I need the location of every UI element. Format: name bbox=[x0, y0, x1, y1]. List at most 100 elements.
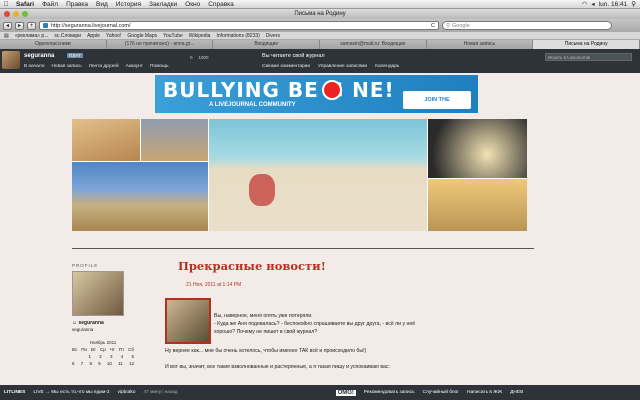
forward-button[interactable]: ▸ bbox=[15, 21, 24, 30]
nav-friends-feed[interactable]: Лента друзей bbox=[89, 64, 119, 69]
nav-help[interactable]: Помощь bbox=[150, 64, 169, 69]
apple-icon[interactable]:  bbox=[0, 1, 12, 8]
bookmarks-icon[interactable]: ▤ bbox=[4, 33, 9, 39]
profile-username[interactable]: seguranna bbox=[79, 320, 104, 326]
calendar-day[interactable]: 9 bbox=[98, 361, 101, 366]
tab-letters-home[interactable]: Письма на Родину bbox=[533, 40, 640, 49]
bookmark-item[interactable]: «реклама» р... bbox=[15, 33, 49, 39]
favicon-icon bbox=[43, 23, 48, 28]
userpic-thumb[interactable] bbox=[2, 51, 20, 69]
calendar-day[interactable]: 6 bbox=[72, 361, 75, 366]
wifi-icon[interactable]: ◠ bbox=[582, 0, 588, 8]
minimize-window-button[interactable] bbox=[13, 11, 19, 17]
bookmark-item[interactable]: sc.Словари bbox=[54, 33, 81, 39]
tab-new-post[interactable]: Новая запись bbox=[426, 40, 534, 49]
address-bar[interactable]: http://seguranna.livejournal.com/ C bbox=[39, 21, 439, 30]
bookmark-item[interactable]: YouTube bbox=[163, 33, 183, 39]
menu-file[interactable]: Файл bbox=[38, 1, 62, 8]
status-live-link[interactable]: LIVE → Мы есть то,что мы едим-2 bbox=[33, 390, 109, 395]
menu-window[interactable]: Окно bbox=[181, 1, 204, 8]
bookmark-item[interactable]: Google Maps bbox=[127, 33, 157, 39]
entry-line-4: Ну вернее как... мне бы очень хотелось, … bbox=[165, 348, 367, 354]
zoom-window-button[interactable] bbox=[22, 11, 28, 17]
bookmark-item[interactable]: Wikipedia bbox=[189, 33, 211, 39]
bookmark-item[interactable]: Informations (8233) bbox=[216, 33, 259, 39]
person-figure bbox=[249, 174, 275, 206]
entry-line-2: - Куда же Аня подевалась? - беспокойно с… bbox=[214, 321, 416, 327]
bookmark-item[interactable]: Divers bbox=[266, 33, 280, 39]
calendar-day[interactable]: 7 bbox=[81, 361, 84, 366]
profile-userpic[interactable] bbox=[72, 271, 124, 316]
ad-banner[interactable]: BULLYING BE G NE! A LIVEJOURNAL COMMUNIT… bbox=[155, 75, 478, 113]
menu-help[interactable]: Справка bbox=[204, 1, 238, 8]
banner-subtitle: A LIVEJOURNAL COMMUNITY bbox=[209, 102, 296, 108]
calendar-day[interactable]: 3 bbox=[110, 354, 113, 359]
palm-sunset-photo bbox=[428, 119, 527, 178]
menu-safari[interactable]: Safari bbox=[12, 1, 38, 8]
tab-odnoklassniki[interactable]: Одноклассники bbox=[0, 40, 107, 49]
menu-bookmarks[interactable]: Закладки bbox=[145, 1, 181, 8]
nav-recent-comments[interactable]: Свежие комментарии bbox=[262, 64, 310, 69]
calendar-day[interactable]: 12 bbox=[129, 361, 134, 366]
calendar-day[interactable]: 2 bbox=[99, 354, 102, 359]
entry-date[interactable]: 21 Ноя, 2011 at 1:14 PM bbox=[186, 282, 530, 288]
omg-logo[interactable]: OMG! bbox=[335, 389, 356, 396]
menu-edit[interactable]: Правка bbox=[62, 1, 92, 8]
profile-username-2[interactable]: seguranna bbox=[72, 327, 134, 332]
entry-title[interactable]: Прекрасные новости! bbox=[178, 259, 530, 273]
search-icon: ⚲ bbox=[446, 22, 451, 29]
nav-home[interactable]: В начало bbox=[24, 64, 44, 69]
write-in-lj-link[interactable]: Написать в ЖЖ bbox=[467, 390, 502, 395]
messages-count[interactable]: 0 bbox=[190, 55, 193, 60]
bookmark-item[interactable]: Yahoo! bbox=[106, 33, 121, 39]
entry-userpic[interactable] bbox=[165, 298, 211, 344]
status-user[interactable]: vipbotko bbox=[118, 390, 136, 395]
clock[interactable]: lun. 16:41 bbox=[599, 1, 628, 8]
calendar-week-2: 6 7 8 9 10 11 12 bbox=[72, 361, 134, 366]
reading-own-journal: Вы читаете свой журнал bbox=[262, 53, 325, 59]
google-search-field[interactable]: ⚲ Google bbox=[442, 21, 612, 30]
journal-page: BULLYING BE G NE! A LIVEJOURNAL COMMUNIT… bbox=[0, 73, 640, 385]
tab-bar: Одноклассники (176 не прочитано) - anna.… bbox=[0, 40, 640, 49]
calendar-day[interactable]: 8 bbox=[89, 361, 92, 366]
lj-username[interactable]: seguranna bbox=[24, 53, 54, 59]
tokens-count[interactable]: 1000 bbox=[199, 55, 209, 60]
calendar-day[interactable]: 11 bbox=[118, 361, 123, 366]
lj-search-input[interactable]: Искать в LiveJournal bbox=[545, 53, 632, 61]
status-brand[interactable]: LITLINES bbox=[4, 390, 25, 395]
spotlight-icon[interactable]: ⚲ bbox=[631, 0, 636, 8]
recommend-entry-link[interactable]: Рекомендовать запись bbox=[364, 390, 415, 395]
calendar-day[interactable]: 5 bbox=[131, 354, 134, 359]
reload-icon[interactable]: C bbox=[431, 23, 438, 29]
calendar-day[interactable]: 10 bbox=[107, 361, 112, 366]
tab-inbox[interactable]: Входящие bbox=[213, 40, 321, 49]
calendar-week-1: 1 2 3 4 5 bbox=[72, 354, 134, 359]
nav-manage-entries[interactable]: Управление записями bbox=[318, 64, 367, 69]
diary-link[interactable]: ДНЕВ bbox=[510, 390, 523, 395]
add-bookmark-button[interactable]: + bbox=[27, 21, 36, 30]
menu-history[interactable]: История bbox=[112, 1, 145, 8]
profile-heading: PROFILE bbox=[72, 263, 99, 268]
address-text: http://seguranna.livejournal.com/ bbox=[51, 22, 131, 29]
tab-unread-mail[interactable]: (176 не прочитано) - anna.gr... bbox=[106, 40, 214, 49]
bookmark-item[interactable]: Apple bbox=[87, 33, 100, 39]
nav-account[interactable]: Аккаунт bbox=[126, 64, 143, 69]
nav-new-post[interactable]: Новая запись bbox=[51, 64, 81, 69]
tab-mailru-inbox[interactable]: samasin@mail.ru: Входящие bbox=[320, 40, 427, 49]
stop-icon bbox=[322, 80, 342, 100]
calendar-day[interactable]: 4 bbox=[121, 354, 124, 359]
beach-photo bbox=[209, 119, 427, 231]
volume-icon[interactable]: ◂ bbox=[591, 0, 594, 8]
random-blog-link[interactable]: Случайный блог bbox=[423, 390, 459, 395]
entry-line-3: хорошо? Почему не пишет в свой журнал? bbox=[214, 329, 318, 335]
desert-photo bbox=[72, 119, 140, 161]
close-window-button[interactable] bbox=[4, 11, 10, 17]
header-divider bbox=[72, 248, 534, 249]
calendar-day[interactable]: 1 bbox=[88, 354, 91, 359]
window-title: Письма на Родину bbox=[294, 11, 346, 17]
join-conversation-button[interactable]: JOIN THE CONVERSATION bbox=[403, 91, 471, 109]
weekday: Чт bbox=[109, 347, 115, 352]
back-button[interactable]: ◂ bbox=[3, 21, 12, 30]
menu-view[interactable]: Вид bbox=[92, 1, 112, 8]
nav-calendar[interactable]: Календарь bbox=[375, 64, 399, 69]
